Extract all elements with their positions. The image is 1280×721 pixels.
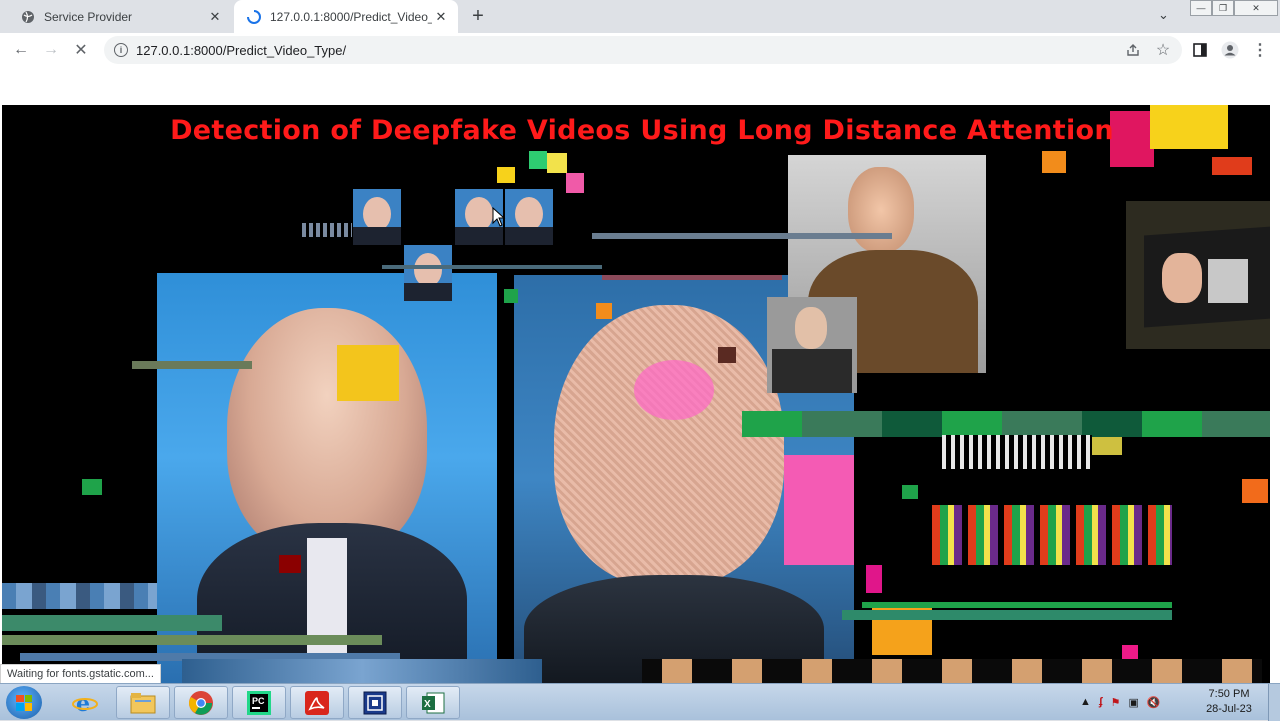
- system-tray: ▲ ʄ ⚑ ▣ 🔇: [1080, 684, 1161, 720]
- volume-muted-icon[interactable]: 🔇: [1147, 696, 1161, 709]
- start-button[interactable]: [6, 686, 42, 719]
- tab-predict-video-type[interactable]: 127.0.0.1:8000/Predict_Video_Typ ✕: [234, 0, 458, 33]
- minimize-button[interactable]: —: [1190, 0, 1212, 16]
- side-panel-icon[interactable]: [1188, 38, 1212, 62]
- action-center-flag-icon[interactable]: ⚑: [1111, 696, 1121, 709]
- back-arrow-icon[interactable]: ←: [9, 38, 33, 62]
- status-bar: Waiting for fonts.gstatic.com...: [0, 664, 161, 684]
- restore-button[interactable]: ❐: [1212, 0, 1234, 16]
- tab-title: 127.0.0.1:8000/Predict_Video_Typ: [270, 9, 432, 24]
- bookmark-star-icon[interactable]: ☆: [1151, 38, 1175, 62]
- show-desktop-button[interactable]: [1268, 684, 1280, 721]
- forward-arrow-icon[interactable]: →: [39, 38, 63, 62]
- network-icon[interactable]: ▣: [1128, 696, 1138, 709]
- internet-explorer-icon[interactable]: e: [58, 686, 112, 719]
- file-explorer-icon[interactable]: [116, 686, 170, 719]
- antivirus-icon[interactable]: ʄ: [1099, 696, 1103, 708]
- page-title: Detection of Deepfake Videos Using Long …: [170, 115, 1114, 146]
- new-tab-button[interactable]: +: [466, 5, 490, 27]
- kebab-menu-icon[interactable]: ⋮: [1248, 38, 1272, 62]
- browser-toolbar: ← → ✕ i 127.0.0.1:8000/Predict_Video_Typ…: [0, 33, 1280, 67]
- thumbnail-face-3: [505, 189, 553, 245]
- svg-text:PC: PC: [252, 696, 265, 706]
- excel-icon[interactable]: X: [406, 686, 460, 719]
- close-window-button[interactable]: ✕: [1234, 0, 1278, 16]
- thumbnail-face-4: [404, 245, 452, 301]
- svg-text:e: e: [76, 691, 90, 716]
- laptop-screen-image: [1126, 201, 1270, 349]
- site-info-icon[interactable]: i: [114, 43, 128, 57]
- show-hidden-icons-icon[interactable]: ▲: [1080, 696, 1091, 708]
- loading-spinner-icon: [246, 9, 262, 25]
- mouse-cursor-icon: [492, 207, 506, 227]
- chrome-icon[interactable]: [174, 686, 228, 719]
- web-page: Detection of Deepfake Videos Using Long …: [0, 67, 1280, 683]
- windows-taskbar: e PC X ▲ ʄ ⚑ ▣ 🔇 7:50 PM 28-Jul-23: [0, 683, 1280, 721]
- stop-loading-icon[interactable]: ✕: [69, 38, 93, 62]
- acrobat-reader-icon[interactable]: [290, 686, 344, 719]
- globe-icon: [20, 9, 36, 25]
- chevron-down-icon[interactable]: ⌄: [1158, 7, 1169, 23]
- share-icon[interactable]: [1121, 38, 1145, 62]
- address-bar[interactable]: i 127.0.0.1:8000/Predict_Video_Type/: [104, 36, 1182, 64]
- close-tab-icon[interactable]: ✕: [206, 8, 224, 26]
- tab-strip: Service Provider ✕ 127.0.0.1:8000/Predic…: [0, 0, 1280, 33]
- clock-date: 28-Jul-23: [1206, 703, 1252, 715]
- clock-time: 7:50 PM: [1208, 688, 1250, 700]
- thumbnail-face-5: [767, 297, 857, 393]
- svg-text:X: X: [424, 699, 431, 710]
- hero-banner: Detection of Deepfake Videos Using Long …: [2, 105, 1270, 683]
- pycharm-icon[interactable]: PC: [232, 686, 286, 719]
- window-controls: — ❐ ✕: [1190, 0, 1278, 16]
- windows-logo-icon: [16, 694, 32, 711]
- url-text[interactable]: 127.0.0.1:8000/Predict_Video_Type/: [136, 43, 346, 58]
- thumbnail-face-1: [353, 189, 401, 245]
- tab-service-provider[interactable]: Service Provider ✕: [8, 0, 232, 33]
- remote-app-icon[interactable]: [348, 686, 402, 719]
- profile-avatar-icon[interactable]: [1218, 38, 1242, 62]
- system-clock[interactable]: 7:50 PM 28-Jul-23: [1198, 687, 1260, 717]
- close-tab-icon[interactable]: ✕: [432, 8, 450, 26]
- tab-title: Service Provider: [44, 9, 133, 24]
